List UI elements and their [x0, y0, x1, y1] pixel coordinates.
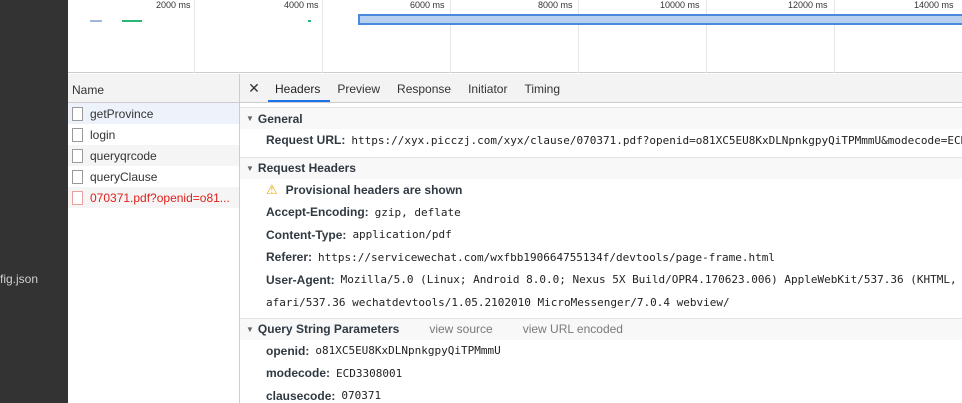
request-item-queryqrcode[interactable]: queryqrcode: [68, 145, 239, 166]
header-value: gzip, deflate: [374, 205, 461, 219]
timeline-gridline: [834, 0, 835, 73]
request-item-login[interactable]: login: [68, 124, 239, 145]
config-file-label[interactable]: fig.json: [0, 272, 38, 286]
general-section-header[interactable]: ▼ General: [240, 107, 962, 129]
section-title: General: [257, 111, 303, 126]
header-key: Accept-Encoding:: [266, 205, 369, 220]
param-value: ECD3308001: [336, 366, 403, 380]
query-string-section-header[interactable]: ▼ Query String Parameters view source vi…: [240, 317, 962, 340]
request-headers-section-header[interactable]: ▼ Request Headers: [240, 156, 962, 179]
tab-timing[interactable]: Timing: [517, 74, 570, 102]
request-list-pane: Name getProvince login queryqrcode query…: [68, 74, 240, 403]
file-icon: [72, 169, 83, 184]
param-row-openid: openid: o81XC5EU8KxDLNpnkgpyQiTPMmmU: [240, 340, 962, 363]
timeline-gridline: [450, 0, 451, 73]
tab-headers[interactable]: Headers: [268, 74, 331, 102]
request-item-label: login: [90, 127, 116, 142]
timeline-tick-label: 2000 ms: [156, 0, 191, 10]
header-row-user-agent: User-Agent: Mozilla/5.0 (Linux; Android …: [240, 269, 962, 292]
request-item-pdf[interactable]: 070371.pdf?openid=o81...: [68, 187, 239, 208]
timeline-gridline: [194, 0, 195, 73]
header-key: Content-Type:: [266, 227, 347, 242]
header-key: Referer:: [266, 250, 313, 265]
file-icon: [72, 148, 83, 163]
warning-text: Provisional headers are shown: [285, 182, 463, 197]
file-icon: [72, 106, 83, 121]
request-item-label: 070371.pdf?openid=o81...: [90, 190, 230, 205]
header-value: Mozilla/5.0 (Linux; Android 8.0.0; Nexus…: [340, 273, 962, 287]
timeline-request-mark: [308, 20, 311, 22]
header-row-request-url: Request URL: https://xyx.picczj.com/xyx/…: [240, 129, 962, 152]
timeline-tick-label: 4000 ms: [284, 0, 319, 10]
header-value: https://servicewechat.com/wxfbb190664755…: [318, 250, 775, 264]
header-row-referer: Referer: https://servicewechat.com/wxfbb…: [240, 246, 962, 269]
tab-preview[interactable]: Preview: [330, 74, 390, 102]
timeline-tick-label: 6000 ms: [410, 0, 445, 10]
provisional-headers-warning: ⚠ Provisional headers are shown: [240, 179, 962, 202]
request-item-label: getProvince: [90, 106, 154, 121]
header-value: application/pdf: [352, 228, 452, 242]
timeline-gridline: [322, 0, 323, 73]
left-editor-strip: fig.json: [0, 0, 68, 403]
timeline-gridline: [578, 0, 579, 73]
timeline-selected-request-bar: [358, 14, 962, 25]
collapse-triangle-icon: ▼: [246, 324, 254, 334]
request-item-label: queryClause: [90, 169, 158, 184]
section-title: Request Headers: [257, 161, 356, 175]
header-key: Request URL:: [266, 133, 346, 148]
request-item-label: queryqrcode: [90, 148, 157, 163]
tab-response[interactable]: Response: [390, 74, 461, 102]
timeline-tick-label: 10000 ms: [660, 0, 700, 10]
header-row-accept-encoding: Accept-Encoding: gzip, deflate: [240, 201, 962, 224]
tab-initiator[interactable]: Initiator: [461, 74, 517, 102]
header-row-content-type: Content-Type: application/pdf: [240, 224, 962, 247]
param-key: clausecode:: [266, 388, 336, 403]
param-value: 070371: [341, 389, 382, 403]
collapse-triangle-icon: ▼: [246, 163, 254, 173]
param-row-modecode: modecode: ECD3308001: [240, 362, 962, 385]
network-timeline-overview[interactable]: 2000 ms 4000 ms 6000 ms 8000 ms 10000 ms…: [68, 0, 962, 73]
file-icon: [72, 190, 83, 205]
collapse-triangle-icon: ▼: [246, 114, 254, 123]
detail-tab-bar: ✕ Headers Preview Response Initiator Tim…: [240, 74, 962, 103]
close-icon[interactable]: ✕: [240, 74, 268, 102]
param-row-clausecode: clausecode: 070371: [240, 385, 962, 403]
request-detail-pane: ✕ Headers Preview Response Initiator Tim…: [240, 74, 962, 403]
view-url-encoded-link[interactable]: view URL encoded: [523, 322, 623, 336]
param-value: o81XC5EU8KxDLNpnkgpyQiTPMmmU: [315, 344, 501, 358]
request-item-queryclause[interactable]: queryClause: [68, 166, 239, 187]
timeline-tick-label: 14000 ms: [914, 0, 954, 10]
view-source-link[interactable]: view source: [429, 322, 492, 336]
header-key: User-Agent:: [266, 272, 335, 287]
param-key: modecode:: [266, 366, 331, 381]
timeline-request-mark: [122, 20, 142, 22]
request-item-getprovince[interactable]: getProvince: [68, 103, 239, 124]
timeline-tick-label: 8000 ms: [538, 0, 573, 10]
timeline-tick-label: 12000 ms: [788, 0, 828, 10]
header-value: https://xyx.picczj.com/xyx/clause/070371…: [351, 133, 962, 147]
section-title: Query String Parameters: [257, 322, 400, 336]
warning-icon: ⚠: [266, 181, 278, 197]
timeline-gridline: [706, 0, 707, 73]
header-value: afari/537.36 wechatdevtools/1.05.2102010…: [266, 295, 730, 309]
param-key: openid:: [266, 343, 310, 358]
timeline-request-mark: [90, 20, 102, 22]
file-icon: [72, 127, 83, 142]
name-column-header[interactable]: Name: [68, 74, 239, 103]
header-row-user-agent-continued: afari/537.36 wechatdevtools/1.05.2102010…: [240, 291, 962, 314]
